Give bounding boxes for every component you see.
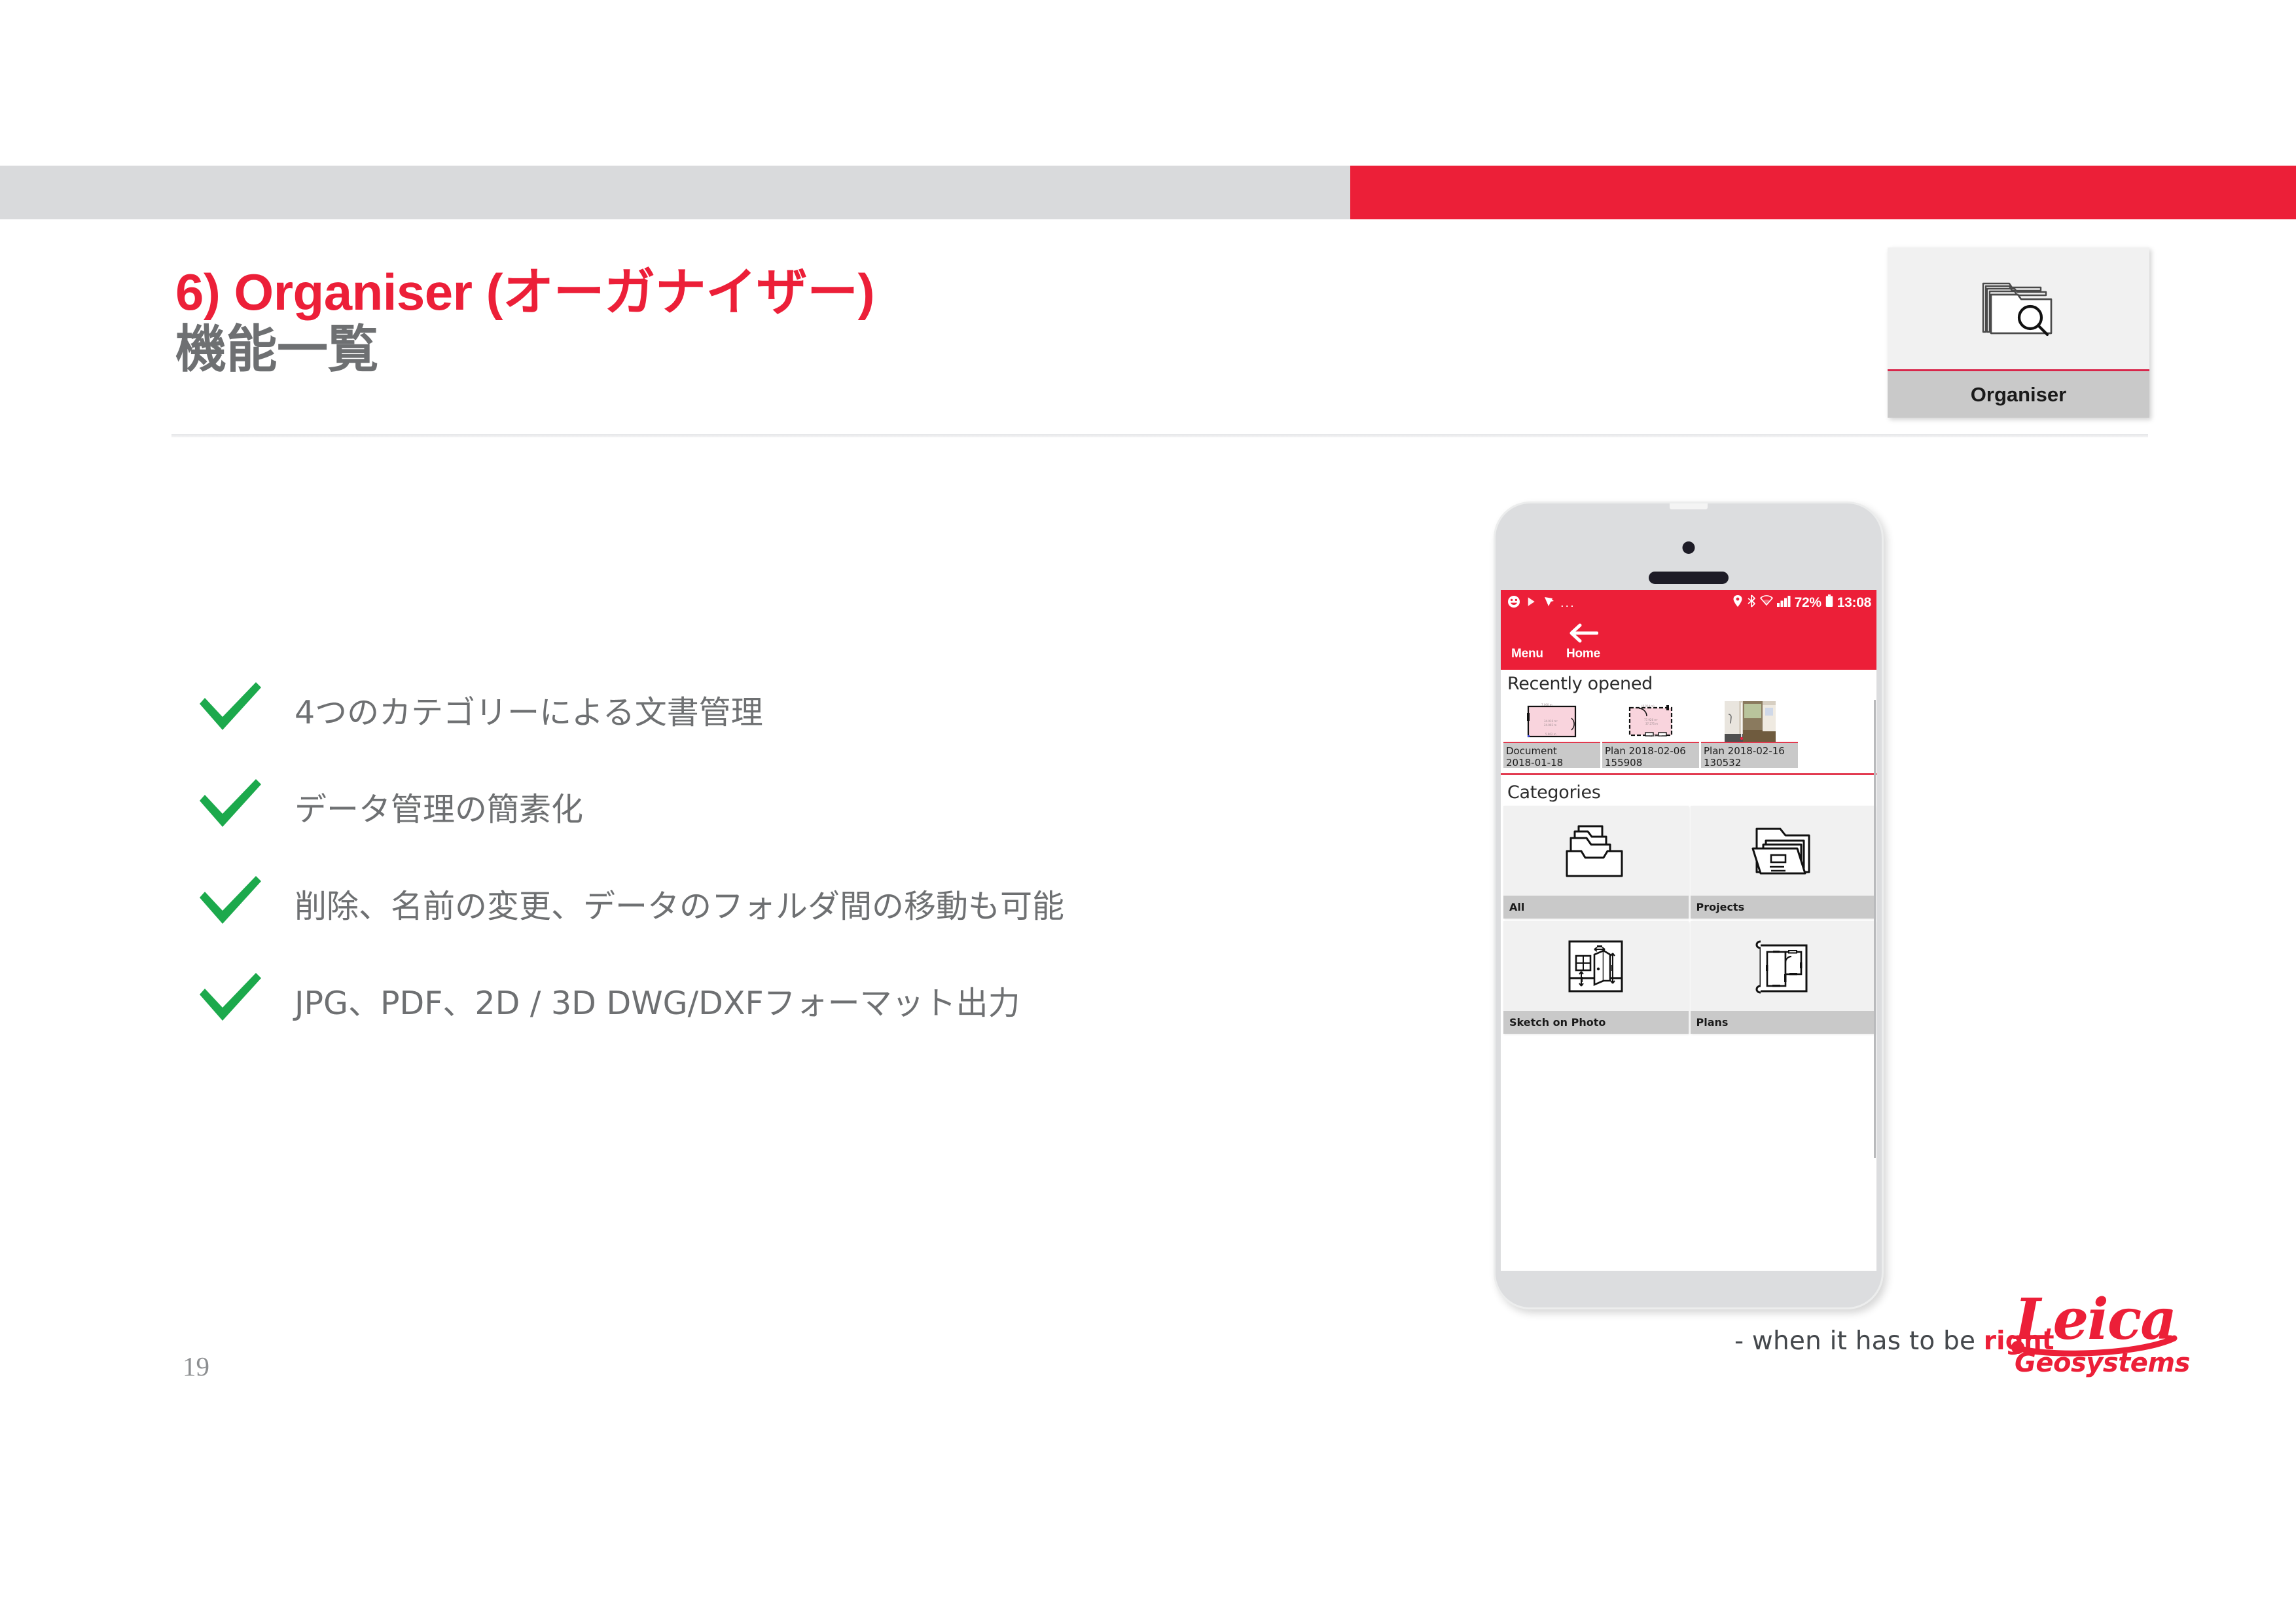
vertical-scrollbar[interactable]: [1874, 700, 1876, 1158]
smiley-icon: [1507, 595, 1520, 611]
recent-item-line2: 2018-01-18 134049: [1506, 757, 1564, 768]
svg-text:24.002 m: 24.002 m: [1544, 723, 1556, 727]
list-item: JPG、PDF、2D / 3D DWG/DXFフォーマット出力: [196, 952, 1473, 1049]
recent-item-line2: 155908: [1605, 757, 1643, 768]
tagline-plain: - when it has to be: [1734, 1326, 1984, 1356]
page-title: 6) Organiser (オーガナイザー) 機能一覧: [175, 265, 1419, 376]
recent-section-divider: [1501, 773, 1876, 775]
svg-text:5.902 m: 5.902 m: [1545, 733, 1556, 736]
folder-search-icon: [1978, 273, 2059, 344]
category-tile-projects[interactable]: Projects: [1690, 806, 1876, 919]
list-item[interactable]: Plan 2018-02-16 130532: [1701, 701, 1798, 768]
svg-text:12.000 m: 12.000 m: [1649, 735, 1662, 738]
play-store-icon: [1525, 595, 1538, 611]
home-label: Home: [1566, 647, 1600, 661]
recent-item-label: Plan 2018-02-06 155908: [1602, 743, 1699, 768]
sketch-photo-icon: [1503, 921, 1689, 1011]
file-tray-icon: [1503, 806, 1689, 896]
check-icon: [196, 680, 295, 740]
page-title-main: 6) Organiser (オーガナイザー): [175, 263, 875, 321]
rolled-plan-icon: [1691, 921, 1876, 1011]
list-item[interactable]: (8.914 m) 77.926 m² 37.275 m 12.000 m Plan…: [1602, 701, 1699, 768]
recently-opened-heading: Recently opened: [1507, 674, 1653, 694]
recent-item-line1: Document: [1506, 745, 1557, 757]
leica-geosystems-logo: Leica Geosystems: [2011, 1291, 2201, 1398]
brand-tagline: - when it has to be right: [1734, 1326, 2054, 1356]
earpiece-speaker: [1649, 572, 1729, 584]
recent-item-line2: 130532: [1704, 757, 1742, 768]
battery-icon: [1825, 594, 1833, 611]
category-tile-plans[interactable]: Plans: [1690, 921, 1876, 1034]
open-folder-icon: [1691, 806, 1876, 896]
bluetooth-icon: [1747, 594, 1756, 611]
top-band-gray: [0, 166, 1350, 219]
hamburger-icon: [1514, 620, 1540, 646]
play-games-icon: [1543, 595, 1556, 611]
photo-thumb: [1701, 701, 1798, 742]
organiser-badge[interactable]: Organiser: [1888, 247, 2149, 418]
list-item-label: 削除、名前の変更、データのフォルダ間の移動も可能: [295, 887, 1065, 925]
category-label: All: [1503, 896, 1689, 919]
svg-text:77.926 m²: 77.926 m²: [1644, 718, 1658, 721]
clock-label: 13:08: [1837, 595, 1872, 610]
categories-grid: All Projects Sketch on Photo Plans: [1503, 806, 1875, 1034]
title-divider: [171, 434, 2148, 437]
list-item: データ管理の簡素化: [196, 758, 1473, 855]
cellular-signal-icon: [1776, 595, 1791, 611]
list-item[interactable]: 7.000 m 34.016 m² 24.002 m 5.902 m Documen…: [1503, 701, 1600, 768]
recent-item-label: Document 2018-01-18 134049: [1503, 743, 1600, 768]
status-bar-right: 72% 13:08: [1732, 594, 1876, 611]
status-bar: ... 72% 13:08: [1501, 590, 1876, 616]
category-label: Sketch on Photo: [1503, 1011, 1689, 1034]
status-bar-left: ...: [1501, 595, 1575, 611]
list-item: 削除、名前の変更、データのフォルダ間の移動も可能: [196, 855, 1473, 952]
status-overflow-dots: ...: [1560, 596, 1575, 610]
top-band: [0, 166, 2296, 219]
check-icon: [196, 970, 295, 1030]
menu-label: Menu: [1511, 647, 1543, 661]
list-item-label: 4つのカテゴリーによる文書管理: [295, 693, 763, 731]
phone-mockup: ... 72% 13:08 Menu Home Recently opened …: [1494, 501, 1884, 1309]
badge-label: Organiser: [1888, 371, 2149, 418]
menu-button[interactable]: Menu: [1511, 620, 1543, 661]
svg-text:(8.914 m): (8.914 m): [1641, 704, 1655, 708]
floorplan-thumb: 7.000 m 34.016 m² 24.002 m 5.902 m: [1503, 701, 1600, 742]
list-item-label: データ管理の簡素化: [295, 790, 584, 828]
recent-item-line1: Plan 2018-02-16: [1704, 745, 1785, 757]
page-number: 19: [183, 1351, 209, 1381]
check-icon: [196, 873, 295, 934]
badge-icon-area: [1888, 247, 2149, 369]
svg-text:37.275 m: 37.275 m: [1645, 722, 1658, 725]
front-camera-icon: [1682, 541, 1695, 554]
category-label: Projects: [1690, 896, 1875, 919]
battery-percent-label: 72%: [1794, 595, 1821, 610]
recent-item-label: Plan 2018-02-16 130532: [1701, 743, 1798, 768]
top-band-red: [1350, 166, 2296, 219]
app-bar: Menu Home: [1501, 616, 1876, 670]
slide-root: 6) Organiser (オーガナイザー) 機能一覧 Organiser 4つ…: [0, 0, 2296, 1623]
leica-swoosh-icon: [2011, 1335, 2178, 1357]
recently-opened-list: 7.000 m 34.016 m² 24.002 m 5.902 m Documen…: [1503, 701, 1876, 768]
check-icon: [196, 776, 295, 837]
categories-heading: Categories: [1507, 782, 1601, 803]
home-button[interactable]: Home: [1566, 620, 1600, 661]
location-pin-icon: [1732, 594, 1743, 611]
list-item: 4つのカテゴリーによる文書管理: [196, 661, 1473, 758]
category-label: Plans: [1690, 1011, 1875, 1034]
arrow-left-icon: [1568, 620, 1598, 646]
phone-screen: ... 72% 13:08 Menu Home Recently opened …: [1501, 590, 1876, 1271]
recent-item-line1: Plan 2018-02-06: [1605, 745, 1686, 757]
category-tile-sketch-on-photo[interactable]: Sketch on Photo: [1503, 921, 1689, 1034]
svg-text:7.000 m: 7.000 m: [1541, 703, 1552, 706]
phone-top-tab: [1670, 503, 1708, 509]
category-tile-all[interactable]: All: [1503, 806, 1689, 919]
list-item-label: JPG、PDF、2D / 3D DWG/DXFフォーマット出力: [295, 984, 1020, 1022]
svg-text:34.016 m²: 34.016 m²: [1544, 720, 1558, 723]
wifi-icon: [1759, 595, 1773, 611]
floorplan-thumb: (8.914 m) 77.926 m² 37.275 m 12.000 m: [1602, 701, 1699, 742]
feature-list: 4つのカテゴリーによる文書管理 データ管理の簡素化 削除、名前の変更、データのフ…: [196, 661, 1473, 1049]
page-title-sub: 機能一覧: [175, 319, 379, 378]
